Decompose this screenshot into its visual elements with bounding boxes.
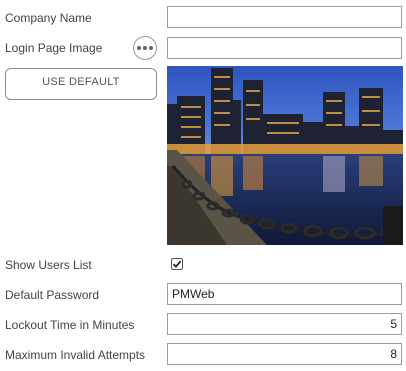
lockout-time-input[interactable] xyxy=(167,313,402,335)
max-invalid-attempts-input[interactable] xyxy=(167,343,402,365)
show-users-list-label: Show Users List xyxy=(5,258,92,272)
show-users-list-checkbox[interactable] xyxy=(171,258,183,270)
login-page-image-label: Login Page Image xyxy=(5,41,103,55)
browse-image-button[interactable] xyxy=(133,36,157,60)
company-name-label: Company Name xyxy=(5,11,92,25)
max-invalid-attempts-label: Maximum Invalid Attempts xyxy=(5,348,146,362)
login-page-image-input[interactable] xyxy=(167,37,402,59)
company-name-input[interactable] xyxy=(167,6,402,28)
checkmark-icon xyxy=(172,260,182,268)
default-password-input[interactable] xyxy=(167,283,402,305)
use-default-button[interactable]: USE DEFAULT xyxy=(5,68,157,100)
login-image-preview xyxy=(167,66,403,245)
more-horizontal-icon xyxy=(137,46,141,50)
default-password-label: Default Password xyxy=(5,288,100,302)
lockout-time-label: Lockout Time in Minutes xyxy=(5,318,135,332)
